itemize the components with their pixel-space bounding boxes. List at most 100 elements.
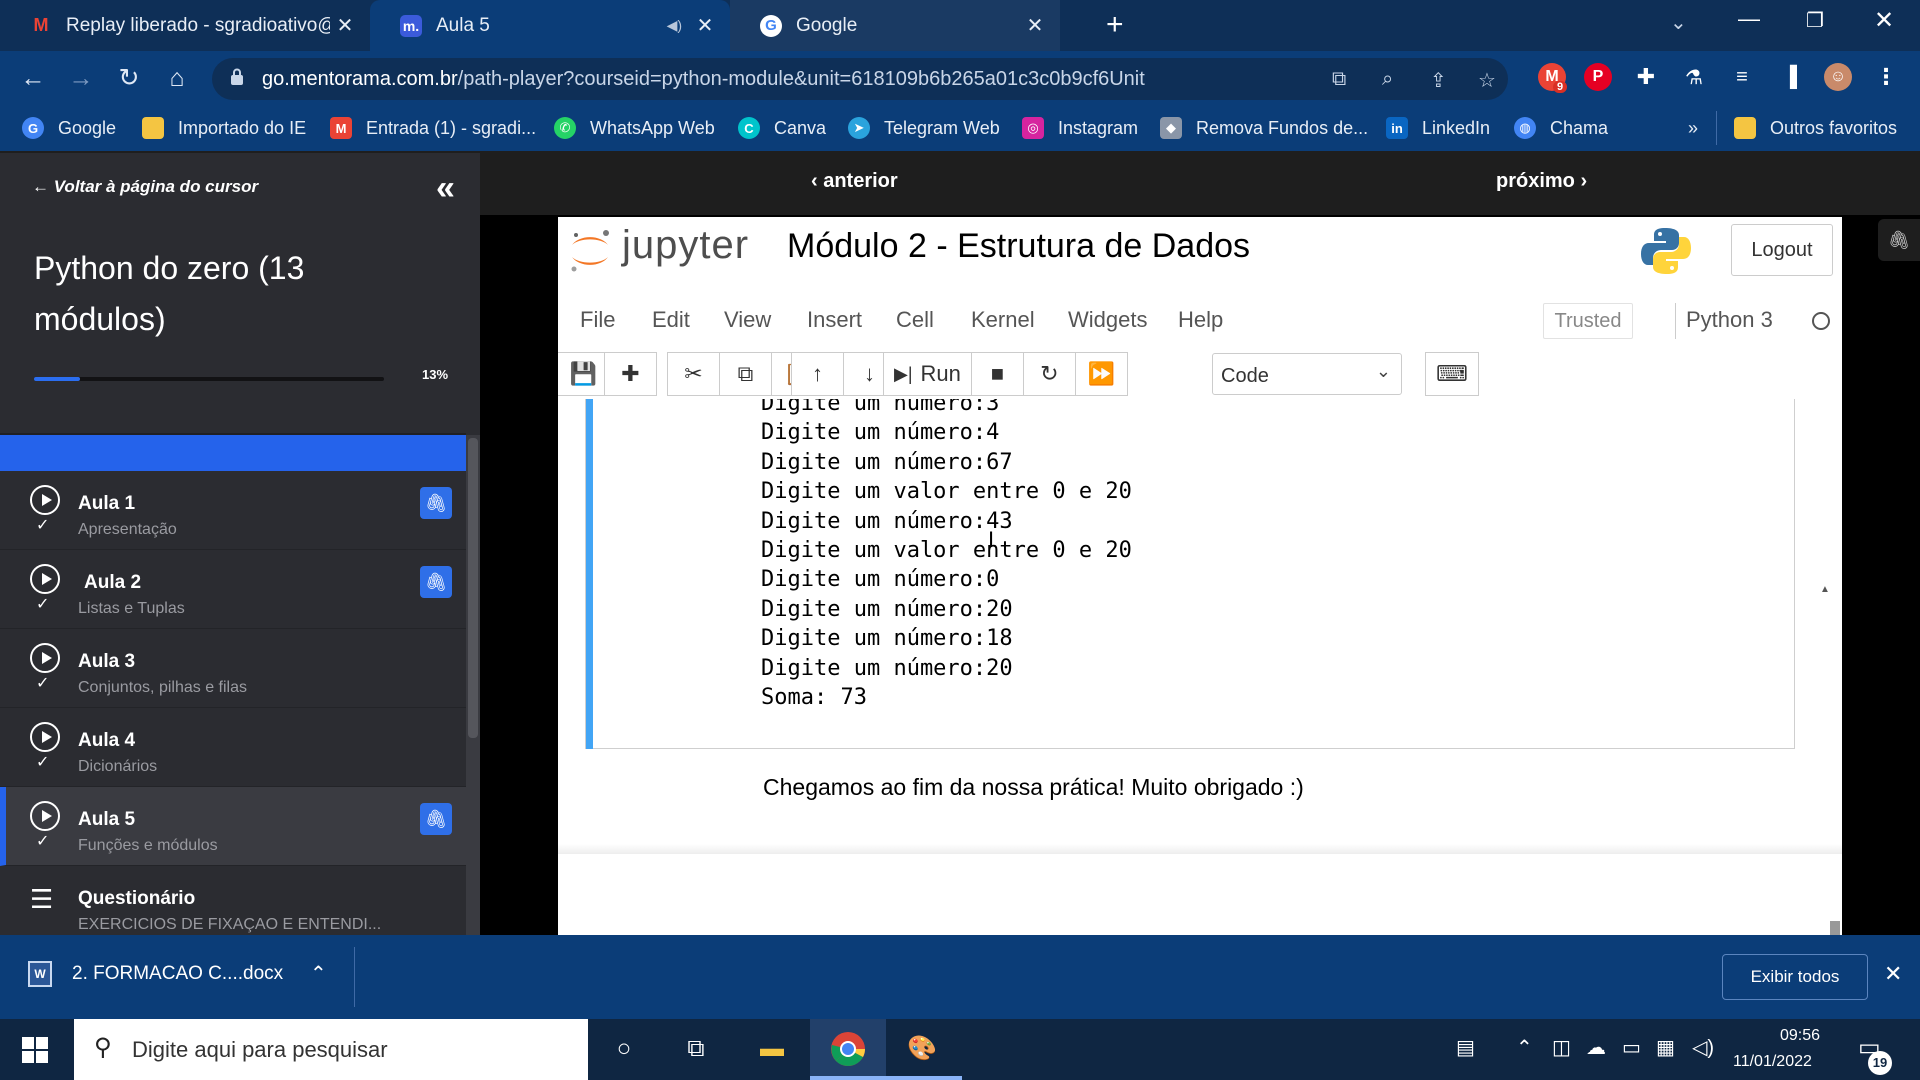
windows-start-icon[interactable]	[22, 1037, 48, 1063]
labs-flask-icon[interactable]: ⚗	[1680, 63, 1708, 91]
kernel-name[interactable]: Python 3	[1686, 307, 1773, 333]
bookmark-chama[interactable]: ◍ Chama	[1514, 113, 1608, 143]
tab-google[interactable]: G Google ✕	[730, 0, 1060, 51]
notebook-title[interactable]: Módulo 2 - Estrutura de Dados	[787, 227, 1250, 266]
attachment-icon[interactable]: 🖇	[420, 803, 452, 835]
attachment-icon[interactable]: 🖇	[420, 487, 452, 519]
menu-widgets[interactable]: Widgets	[1068, 307, 1147, 333]
move-up-icon[interactable]: ↑	[791, 352, 844, 396]
minimize-icon[interactable]: —	[1738, 6, 1760, 32]
side-panel-icon[interactable]: ▐	[1776, 63, 1804, 91]
chevron-up-icon[interactable]: ⌃	[1516, 1035, 1533, 1060]
lock-icon[interactable]	[230, 68, 244, 86]
speaker-icon[interactable]: ◀)	[667, 17, 682, 34]
forward-arrow-icon[interactable]: →	[64, 61, 98, 95]
attachment-icon[interactable]: 🖇	[420, 566, 452, 598]
media-queue-icon[interactable]: ≡	[1728, 63, 1756, 91]
bookmarks-overflow[interactable]: »	[1688, 113, 1698, 143]
task-view-icon[interactable]: ⧉	[678, 1031, 714, 1067]
new-tab-icon[interactable]: +	[1106, 8, 1124, 42]
pinterest-icon[interactable]: P	[1584, 63, 1612, 91]
back-to-course-link[interactable]: ← Voltar à página do cursor	[32, 177, 258, 197]
run-button[interactable]: ▶| Run	[883, 352, 972, 396]
bookmark-remove-bg[interactable]: ◆ Remova Fundos de...	[1160, 113, 1368, 143]
translate-icon[interactable]: ⧉	[1332, 68, 1346, 91]
restore-icon[interactable]: ❐	[1806, 8, 1824, 33]
insert-cell-icon[interactable]: ✚	[604, 352, 657, 396]
clock-time[interactable]: 09:56	[1760, 1027, 1840, 1045]
show-all-downloads-button[interactable]: Exibir todos	[1722, 954, 1868, 1000]
paint-icon[interactable]: 🎨	[904, 1031, 940, 1067]
download-item[interactable]: W 2. FORMACAO C....docx	[28, 961, 283, 987]
news-widget-icon[interactable]: ▤	[1456, 1035, 1475, 1060]
bookmark-whatsapp[interactable]: ✆ WhatsApp Web	[554, 113, 715, 143]
cut-icon[interactable]: ✂	[667, 352, 720, 396]
network-icon[interactable]: ▦	[1656, 1035, 1675, 1060]
menu-view[interactable]: View	[724, 307, 771, 333]
clock-date[interactable]: 11/01/2022	[1733, 1053, 1812, 1071]
tab-search-chevron-icon[interactable]: ⌄	[1670, 10, 1687, 35]
code-cell-output[interactable]: Digite um número:3 Digite um número:4 Digi…	[585, 399, 1795, 749]
close-tab-icon[interactable]: ✕	[690, 13, 720, 38]
trusted-indicator[interactable]: Trusted	[1543, 303, 1633, 339]
keyboard-icon[interactable]: ⌨	[1425, 352, 1479, 396]
next-lesson-link[interactable]: próximo ›	[1496, 170, 1587, 193]
collapse-sidebar-icon[interactable]: «	[436, 169, 455, 208]
volume-icon[interactable]: ◁)	[1692, 1035, 1714, 1060]
lesson-item-aula-5[interactable]: ✓ Aula 5 Funções e módulos 🖇	[0, 787, 466, 866]
menu-kernel[interactable]: Kernel	[971, 307, 1035, 333]
cortana-icon[interactable]: ○	[606, 1031, 642, 1067]
lesson-item-aula-4[interactable]: ✓ Aula 4 Dicionários	[0, 708, 466, 787]
extensions-puzzle-icon[interactable]: ✚	[1632, 63, 1660, 91]
lesson-item-aula-2[interactable]: ✓ Aula 2 Listas e Tuplas 🖇	[0, 550, 466, 629]
markdown-cell-text[interactable]: Chegamos ao fim da nossa prática! Muito …	[763, 774, 1304, 801]
menu-help[interactable]: Help	[1178, 307, 1223, 333]
cell-type-select[interactable]: Code ⌄	[1212, 353, 1402, 395]
file-explorer-icon[interactable]: ▬	[754, 1031, 790, 1067]
save-icon[interactable]: 💾	[558, 352, 610, 396]
scroll-up-icon[interactable]: ▲	[1820, 584, 1830, 595]
bookmark-telegram[interactable]: ➤ Telegram Web	[848, 113, 1000, 143]
menu-cell[interactable]: Cell	[896, 307, 934, 333]
lesson-item-questionario[interactable]: ☰ Questionário EXERCICIOS DE FIXAÇAO E E…	[0, 866, 466, 945]
reload-icon[interactable]: ↻	[112, 61, 146, 95]
chrome-icon[interactable]	[830, 1031, 866, 1067]
bookmark-instagram[interactable]: ◎ Instagram	[1022, 113, 1138, 143]
bookmark-canva[interactable]: C Canva	[738, 113, 826, 143]
notebook-scrollbar-thumb[interactable]	[1830, 921, 1840, 935]
stop-icon[interactable]: ■	[970, 352, 1024, 396]
menu-edit[interactable]: Edit	[652, 307, 690, 333]
menu-file[interactable]: File	[580, 307, 615, 333]
menu-insert[interactable]: Insert	[807, 307, 862, 333]
close-tab-icon[interactable]: ✕	[330, 13, 360, 38]
module-header-bar[interactable]	[0, 435, 466, 471]
zoom-icon[interactable]: ⌕	[1382, 68, 1393, 91]
lesson-item-aula-1[interactable]: ✓ Aula 1 Apresentação 🖇	[0, 471, 466, 550]
attachment-icon[interactable]: 🖇	[1878, 219, 1920, 261]
back-arrow-icon[interactable]: ←	[16, 61, 50, 95]
lesson-item-aula-3[interactable]: ✓ Aula 3 Conjuntos, pilhas e filas	[0, 629, 466, 708]
sidebar-scrollbar-thumb[interactable]	[468, 438, 478, 738]
onedrive-cloud-icon[interactable]: ☁	[1586, 1035, 1606, 1060]
meet-now-icon[interactable]: ◫	[1552, 1035, 1571, 1060]
previous-lesson-link[interactable]: ‹ anterior	[811, 170, 898, 193]
bookmark-linkedin[interactable]: in LinkedIn	[1386, 113, 1490, 143]
share-icon[interactable]: ⇪	[1430, 68, 1447, 93]
url-text[interactable]: go.mentorama.com.br/path-player?courseid…	[262, 68, 1145, 91]
restart-icon[interactable]: ↻	[1022, 352, 1076, 396]
battery-icon[interactable]: ▭	[1622, 1035, 1641, 1060]
bookmark-gmail[interactable]: M Entrada (1) - sgradi...	[330, 113, 536, 143]
bookmark-star-icon[interactable]: ☆	[1478, 68, 1496, 93]
close-tab-icon[interactable]: ✕	[1020, 13, 1050, 38]
address-bar[interactable]: go.mentorama.com.br/path-player?courseid…	[212, 58, 1508, 100]
window-close-icon[interactable]: ✕	[1874, 6, 1894, 35]
close-icon[interactable]: ✕	[1884, 961, 1902, 987]
copy-icon[interactable]: ⧉	[719, 352, 772, 396]
chevron-up-icon[interactable]: ⌃	[310, 961, 327, 986]
profile-avatar[interactable]: ☺	[1824, 63, 1852, 91]
logout-button[interactable]: Logout	[1731, 224, 1833, 276]
fast-forward-icon[interactable]: ⏩	[1074, 352, 1128, 396]
taskbar-search-box[interactable]: ⚲ Digite aqui para pesquisar	[74, 1019, 588, 1080]
bookmark-folder-ie[interactable]: Importado do IE	[142, 113, 306, 143]
chrome-menu-icon[interactable]: ⋮	[1872, 63, 1900, 91]
